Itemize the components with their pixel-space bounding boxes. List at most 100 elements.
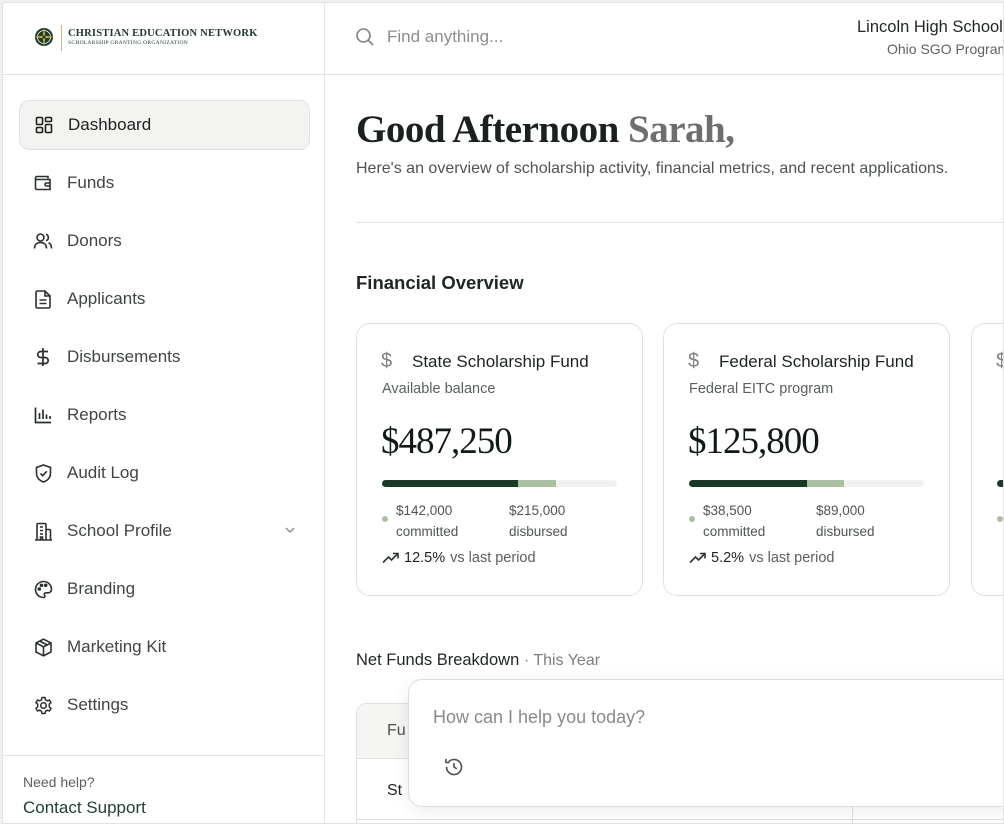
building-icon [33,521,53,541]
sidebar-item-label: Reports [67,405,127,424]
fund-card-title: Federal Scholarship Fund [719,352,914,371]
history-icon[interactable] [443,756,465,778]
progress-disbursed [806,480,845,487]
fund-card-partial[interactable]: $ [971,323,1003,596]
sidebar-item-label: Disbursements [67,347,181,366]
progress-committed [997,480,1003,487]
page-subtitle: Here's an overview of scholarship activi… [356,160,949,177]
legend-dot [997,516,1003,522]
sidebar-item-branding[interactable]: Branding [19,564,310,614]
sidebar-item-school-profile[interactable]: School Profile [19,506,310,556]
disbursed-value: $215,000 [509,503,566,518]
top-header: Lincoln High School Ohio SGO Program [325,3,1004,75]
breakdown-title-text: Net Funds Breakdown [356,651,520,669]
fund-progress-bar [689,480,924,487]
fund-card-federal[interactable]: $ Federal Scholarship Fund Federal EITC … [663,323,950,596]
sidebar-nav: Dashboard Funds Donors Applicants Disbur… [19,100,310,738]
brand-logo[interactable]: CHRISTIAN EDUCATION NETWORK SCHOLARSHIP … [3,3,324,75]
dollar-icon [33,347,53,367]
sidebar-item-marketing-kit[interactable]: Marketing Kit [19,622,310,672]
sidebar-item-reports[interactable]: Reports [19,390,310,440]
sidebar-item-donors[interactable]: Donors [19,216,310,266]
sidebar-item-funds[interactable]: Funds [19,158,310,208]
legend-dot [382,516,388,522]
trend-indicator: 5.2% vs last period [689,550,835,566]
assistant-chat-panel [408,679,1003,807]
sidebar-item-label: Applicants [67,289,146,308]
sidebar-item-label: Donors [67,231,122,250]
users-icon [33,231,53,251]
committed-value: $38,500 [703,503,752,518]
sidebar-item-disbursements[interactable]: Disbursements [19,332,310,382]
section-divider [356,222,1003,223]
wallet-icon [33,173,53,193]
sidebar: CHRISTIAN EDUCATION NETWORK SCHOLARSHIP … [3,3,325,823]
sidebar-item-label: Settings [67,695,129,714]
disbursed-label: disbursed [509,524,568,539]
table-row[interactable]: St [387,782,402,800]
committed-stat: $38,500 committed [703,500,765,542]
search-icon [356,28,374,46]
committed-label: committed [396,524,459,539]
user-name: Sarah, [628,108,735,151]
sidebar-item-label: Funds [67,173,115,192]
committed-label: committed [703,524,766,539]
page-title: Good Afternoon Sarah, [356,107,735,152]
trend-percent: 5.2% [711,550,745,566]
progress-committed [382,480,519,487]
dollar-icon: $ [996,350,1003,373]
sidebar-footer: Need help? Contact Support [3,755,324,823]
sidebar-item-settings[interactable]: Settings [19,680,310,730]
palette-icon [33,579,53,599]
row-divider [357,819,1003,820]
net-funds-breakdown-title: Net Funds Breakdown · This Year [356,651,600,670]
sidebar-item-label: School Profile [67,521,172,540]
brand-subtitle: SCHOLARSHIP GRANTING ORGANIZATION [68,40,189,46]
logo-divider [61,25,62,51]
trend-indicator: 12.5% vs last period [382,550,536,566]
school-program: Ohio SGO Program [887,41,1004,57]
app-window: CHRISTIAN EDUCATION NETWORK SCHOLARSHIP … [2,2,1004,824]
sidebar-item-label: Branding [67,579,136,598]
bar-chart-icon [33,405,53,425]
trend-label: vs last period [450,550,536,566]
sidebar-item-label: Audit Log [67,463,139,482]
trend-up-icon [689,552,706,564]
shield-check-icon [33,463,53,483]
sidebar-item-dashboard[interactable]: Dashboard [19,100,310,150]
trend-percent: 12.5% [404,550,446,566]
sidebar-item-label: Dashboard [68,115,152,134]
document-icon [33,289,53,309]
sidebar-item-label: Marketing Kit [67,637,167,656]
table-header-cell[interactable]: Fu [387,722,406,740]
fund-card-state[interactable]: $ State Scholarship Fund Available balan… [356,323,643,596]
disbursed-stat: $215,000 disbursed [509,500,568,542]
fund-progress-bar [382,480,617,487]
fund-progress-bar [997,480,1003,487]
compass-logo-icon [33,26,55,48]
disbursed-value: $89,000 [816,503,865,518]
greeting-text: Good Afternoon [356,108,619,151]
trend-up-icon [382,552,399,564]
committed-value: $142,000 [396,503,453,518]
chat-input[interactable] [433,702,933,732]
sidebar-item-audit-log[interactable]: Audit Log [19,448,310,498]
dollar-icon: $ [688,350,700,372]
brand-title: CHRISTIAN EDUCATION NETWORK [68,28,258,39]
fund-card-subtitle: Available balance [382,381,496,397]
financial-overview-title: Financial Overview [356,272,524,293]
disbursed-stat: $89,000 disbursed [816,500,875,542]
fund-card-subtitle: Federal EITC program [689,381,834,397]
fund-card-title: State Scholarship Fund [412,352,589,371]
trend-label: vs last period [749,550,835,566]
chevron-down-icon[interactable] [282,522,298,538]
gear-icon [33,695,53,715]
search-input[interactable] [387,23,687,51]
school-name[interactable]: Lincoln High School [857,18,1003,37]
dollar-icon: $ [381,350,393,372]
contact-support-link[interactable]: Contact Support [23,798,146,818]
breakdown-period[interactable]: · This Year [524,652,600,669]
legend-dot [689,516,695,522]
disbursed-label: disbursed [816,524,875,539]
sidebar-item-applicants[interactable]: Applicants [19,274,310,324]
